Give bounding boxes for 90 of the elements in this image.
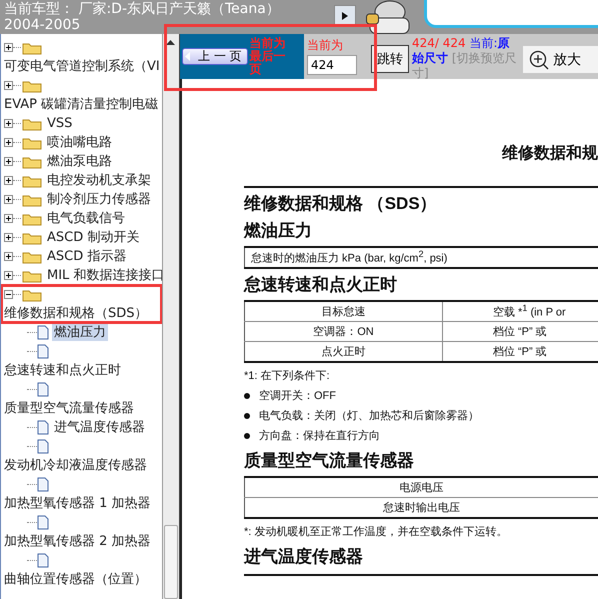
folder-icon — [22, 78, 42, 92]
document-icon — [37, 325, 49, 340]
go-button[interactable]: 跳转 — [371, 45, 409, 73]
tree-item[interactable]: 电气负载信号 — [45, 210, 127, 227]
tree-item[interactable]: 喷油嘴电路 — [45, 134, 114, 151]
document-icon — [37, 344, 49, 359]
expand-icon[interactable] — [4, 157, 13, 166]
folder-icon — [22, 116, 42, 130]
size-info-text: 424/ 424 当前:原始尺寸 [切换预览尺寸] — [410, 35, 518, 81]
tree-item[interactable]: 加热型氧传感器 2 加热器 — [1, 532, 162, 551]
page-input[interactable]: 424 — [307, 55, 357, 75]
scroll-up-icon — [166, 40, 175, 46]
table-cell: 档位 “P” 或 — [442, 342, 598, 362]
bullet-text: 方向盘：保持在直行方向 — [259, 428, 380, 444]
folder-icon — [22, 192, 42, 206]
expand-icon[interactable] — [4, 176, 13, 185]
document-icon — [37, 439, 49, 454]
window-title: 当前车型： 厂家:D-东风日产天籁（Teana）2004-2005 — [3, 0, 281, 34]
footnote: *1: 在下列条件下: — [244, 369, 331, 384]
expand-icon[interactable] — [4, 271, 13, 280]
bullet-icon — [244, 433, 250, 439]
tree-item[interactable]: VSS — [45, 115, 74, 132]
tree-item[interactable]: 可变电气管道控制系统（VI — [1, 57, 162, 76]
tree-item[interactable]: MIL 和数据连接接口 — [45, 267, 162, 284]
tree-item[interactable]: 燃油压力 — [52, 324, 108, 341]
tree-item[interactable]: 质量型空气流量传感器 — [1, 399, 162, 418]
folder-icon — [22, 250, 42, 264]
expand-icon[interactable] — [4, 195, 13, 204]
expand-icon[interactable] — [4, 138, 13, 147]
section-heading: 进气温度传感器 — [244, 546, 364, 568]
bullet-icon — [244, 413, 250, 419]
tree-item[interactable]: 曲轴位置传感器（位置） — [1, 570, 162, 589]
bullet-text: 电气负载：关闭（灯、加热芯和后窗除雾器） — [259, 408, 479, 424]
folder-icon — [22, 136, 42, 150]
table-cell: 空载 *$^{1}$ (in P or — [442, 301, 598, 322]
document-icon — [37, 420, 49, 435]
table-cell: 档位 “P” 或 — [442, 322, 598, 342]
footnote: *: 发动机暖机至正常工作温度，并在空载条件下运转。 — [244, 524, 508, 540]
table-cell: 怠速时输出电压 — [244, 498, 598, 518]
section-heading: 怠速转速和点火正时 — [244, 274, 398, 296]
document-icon — [37, 477, 49, 492]
tree-item[interactable]: ASCD 指示器 — [45, 248, 128, 265]
scrollbar[interactable] — [162, 34, 180, 599]
zoom-in-icon — [529, 50, 549, 70]
section-heading: 燃油压力 — [244, 220, 313, 242]
collapse-icon[interactable] — [4, 290, 13, 299]
expand-icon[interactable] — [4, 252, 13, 261]
tree-item[interactable]: 电控发动机支承架 — [45, 172, 153, 189]
tree-item[interactable]: EVAP 碳罐清洁量控制电磁 — [1, 95, 162, 114]
expand-icon[interactable] — [4, 81, 13, 90]
tree-item[interactable]: ASCD 制动开关 — [45, 229, 142, 246]
expand-icon[interactable] — [4, 233, 13, 242]
document-icon — [37, 382, 49, 397]
page-label: 当前为 — [307, 37, 344, 54]
section-heading: 质量型空气流量传感器 — [244, 450, 415, 472]
table-cell: 目标怠速 — [244, 301, 442, 322]
tree-item[interactable]: 发动机冷却液温度传感器 — [1, 456, 162, 475]
folder-icon — [22, 288, 42, 302]
scrollbar-thumb[interactable] — [164, 525, 178, 599]
tree-item[interactable]: 维修数据和规格（SDS） — [1, 304, 162, 323]
tree-item[interactable]: 加热型氧传感器 1 加热器 — [1, 494, 162, 513]
section-heading: 维修数据和规格 （SDS） — [244, 186, 598, 216]
document-icon — [37, 515, 49, 530]
tree-item[interactable]: 燃油泵电路 — [45, 153, 114, 170]
folder-icon — [22, 154, 42, 168]
arrow-icon — [340, 11, 350, 21]
last-page-notice: 当前为最后一页 — [250, 37, 287, 76]
bullet-icon — [244, 393, 250, 399]
page-title: 维修数据和规 — [500, 143, 598, 164]
previous-page-button[interactable]: 上 一 页 — [182, 48, 248, 65]
tree-item[interactable]: 制冷剂压力传感器 — [45, 191, 153, 208]
table-cell: 电源电压 — [244, 477, 598, 498]
folder-icon — [22, 268, 42, 282]
folder-icon — [22, 230, 42, 244]
folder-icon — [22, 212, 42, 226]
table-cell: 怠速时的燃油压力 kPa (bar, kg/cm$^{2}$, psi) — [244, 247, 598, 268]
expand-icon[interactable] — [4, 119, 13, 128]
zoom-in-button[interactable]: 放大 — [523, 46, 598, 73]
tree-item[interactable]: 怠速转速和点火正时 — [1, 361, 162, 380]
expand-icon[interactable] — [4, 43, 13, 52]
table-cell: 空调器：ON — [244, 322, 442, 342]
document-icon — [37, 553, 49, 568]
folder-icon — [22, 40, 42, 54]
table-cell: 点火正时 — [244, 342, 442, 362]
cartoon-figure-drawing — [366, 0, 410, 34]
bullet-text: 空调开关：OFF — [259, 388, 336, 404]
expand-icon[interactable] — [4, 214, 13, 223]
folder-icon — [22, 174, 42, 188]
arrow-left-icon — [185, 52, 193, 61]
tree-item[interactable]: 进气温度传感器 — [52, 419, 147, 436]
